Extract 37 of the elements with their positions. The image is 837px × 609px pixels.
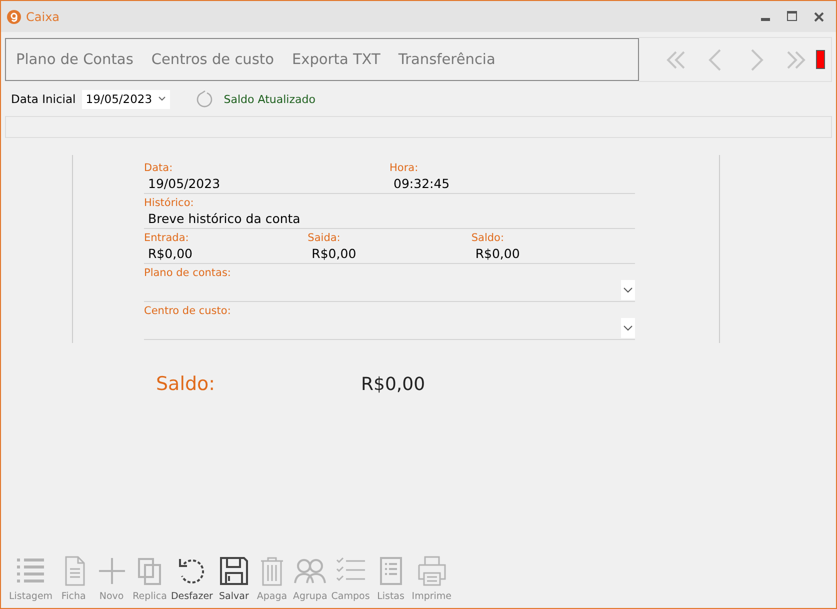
tab[interactable]: Plano de Contas — [16, 52, 134, 68]
field-label: Entrada: — [144, 232, 190, 244]
minimize-icon — [760, 18, 770, 21]
status-indicator — [816, 50, 825, 69]
maximize-icon — [786, 11, 798, 22]
field-label: Hora: — [390, 162, 420, 174]
status-text: Saldo Atualizado — [224, 92, 316, 106]
field-label: Data: — [144, 162, 174, 174]
field-value: 09:32:45 — [394, 176, 451, 191]
tab[interactable]: Centros de custo — [151, 52, 274, 68]
field-label: Saldo: — [471, 232, 505, 244]
field-value: R$0,00 — [148, 246, 194, 261]
app-logo-icon — [7, 10, 21, 24]
field-value: Breve histórico da conta — [148, 211, 302, 226]
window-title: Caixa — [26, 10, 61, 24]
dropdown-button[interactable] — [621, 280, 635, 300]
balance-label: Saldo: — [156, 373, 216, 395]
toolbar-button[interactable]: Desfazer — [168, 555, 215, 602]
dropdown-button[interactable] — [621, 318, 635, 338]
caret-icon — [623, 325, 633, 331]
field-label: Plano de contas: — [144, 267, 232, 279]
field-label: Data Inicial — [11, 92, 76, 106]
field-label: Saida: — [308, 232, 342, 244]
field-value: R$0,00 — [475, 246, 521, 261]
date-field[interactable]: 19/05/2023 — [82, 90, 170, 108]
field-value: R$0,00 — [312, 246, 358, 261]
printer-icon — [416, 555, 448, 587]
tab[interactable]: Transferência — [398, 52, 496, 68]
field-label: Histórico: — [144, 197, 195, 209]
tab[interactable]: Exporta TXT — [292, 52, 380, 68]
close-icon — [814, 12, 824, 22]
balance-value: R$0,00 — [361, 374, 426, 394]
field-value: 19/05/2023 — [148, 176, 222, 191]
caret-icon — [623, 287, 633, 293]
field-label: Centro de custo: — [144, 305, 232, 317]
caret-icon — [158, 96, 166, 102]
toolbar-button[interactable]: Salvar — [214, 555, 253, 602]
